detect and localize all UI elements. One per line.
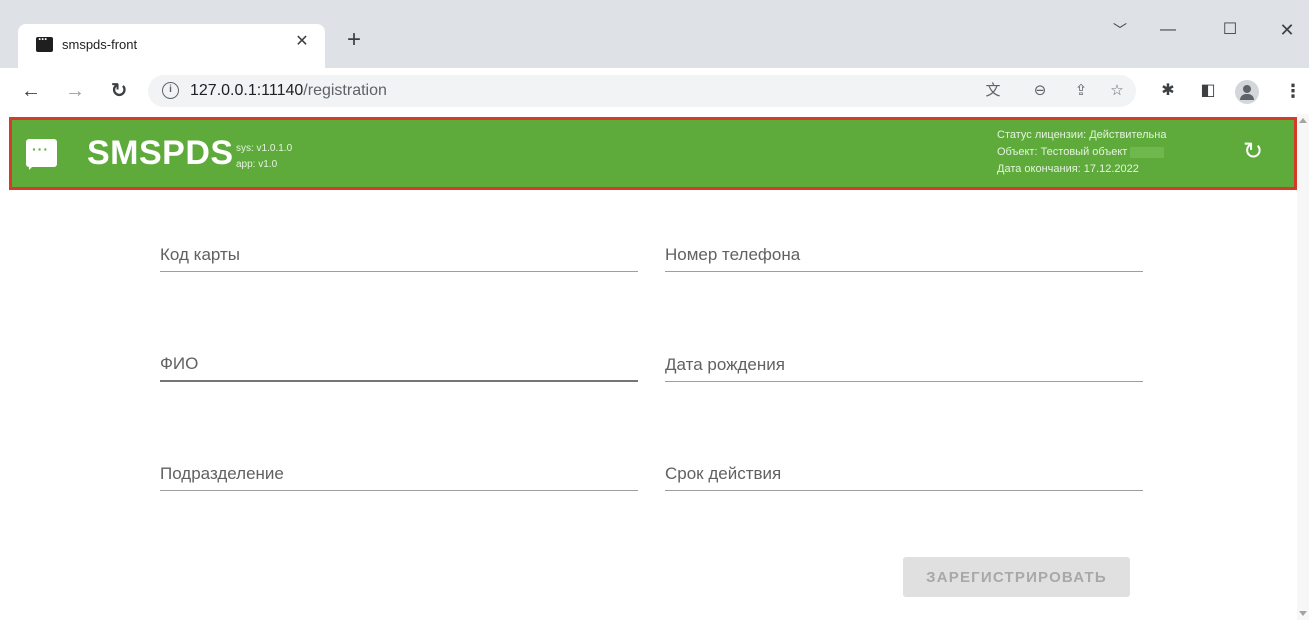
sys-version: sys: v1.0.1.0	[236, 143, 293, 154]
license-object-row: Объект: Тестовый объект	[997, 144, 1166, 161]
browser-tabstrip: smspds-front ✕ + ﹀ — ☐ ✕	[0, 0, 1309, 68]
share-icon[interactable]: ⇪	[1070, 81, 1092, 101]
reload-button[interactable]: ↻	[106, 78, 132, 104]
url-path: /registration	[303, 82, 387, 99]
menu-icon[interactable]: ⋮	[1284, 80, 1302, 104]
department-field[interactable]	[160, 447, 638, 491]
license-object: Объект: Тестовый объект	[997, 146, 1128, 158]
side-panel-icon[interactable]: ◧	[1197, 80, 1219, 102]
refresh-icon[interactable]: ↻	[1239, 138, 1267, 166]
validity-field[interactable]	[665, 447, 1143, 491]
license-status: Статус лицензии: Действительна	[997, 129, 1167, 141]
page-viewport: ··· SMSPDS sys: v1.0.1.0 app: v1.0 Стату…	[0, 114, 1309, 620]
forward-button[interactable]: →	[62, 78, 88, 104]
card-code-input[interactable]	[160, 245, 638, 265]
scroll-up-icon[interactable]	[1299, 118, 1307, 123]
new-tab-button[interactable]: +	[342, 28, 366, 53]
license-info: Статус лицензии: Действительна Объект: Т…	[997, 127, 1166, 178]
tab-search-chevron-icon[interactable]: ﹀	[1100, 18, 1140, 42]
license-expiry: Дата окончания: 17.12.2022	[997, 163, 1139, 175]
chat-favicon-icon	[36, 32, 53, 52]
department-input[interactable]	[160, 464, 638, 484]
zoom-out-icon[interactable]: ⊖	[1029, 81, 1051, 101]
register-button[interactable]: ЗАРЕГИСТРИРОВАТЬ	[903, 557, 1130, 597]
profile-icon[interactable]	[1235, 80, 1259, 104]
browser-toolbar: ← → ↻ i 127.0.0.1:11140/registration 文 ⊖…	[0, 68, 1309, 114]
version-info: sys: v1.0.1.0 app: v1.0	[236, 141, 292, 173]
redacted-block	[1130, 146, 1165, 158]
url-text[interactable]: 127.0.0.1:11140/registration	[190, 82, 387, 100]
minimize-button[interactable]: —	[1148, 18, 1188, 42]
url-host: 127.0.0.1:11140	[190, 82, 304, 99]
bookmark-star-icon[interactable]: ☆	[1106, 81, 1128, 101]
site-info-icon[interactable]: i	[162, 82, 179, 99]
birth-date-input[interactable]	[665, 355, 1143, 375]
scroll-down-icon[interactable]	[1299, 611, 1307, 616]
tab-title: smspds-front	[62, 37, 138, 52]
full-name-input[interactable]	[160, 354, 638, 374]
birth-date-field[interactable]	[665, 338, 1143, 382]
app-title: SMSPDS	[87, 134, 234, 172]
validity-input[interactable]	[665, 464, 1143, 484]
tab-close-icon[interactable]: ✕	[293, 33, 311, 51]
scrollbar[interactable]	[1297, 114, 1309, 620]
card-code-field[interactable]	[160, 228, 638, 272]
translate-icon[interactable]: 文	[982, 81, 1004, 101]
app-header: ··· SMSPDS sys: v1.0.1.0 app: v1.0 Стату…	[9, 117, 1297, 190]
full-name-field[interactable]	[160, 338, 638, 382]
app-version: app: v1.0	[236, 159, 278, 170]
browser-tab[interactable]: smspds-front ✕	[18, 24, 325, 68]
back-button[interactable]: ←	[18, 78, 44, 104]
address-bar[interactable]: i 127.0.0.1:11140/registration 文 ⊖ ⇪ ☆	[148, 75, 1136, 107]
phone-input[interactable]	[665, 245, 1143, 265]
extensions-icon[interactable]: ✱	[1157, 80, 1179, 102]
close-window-button[interactable]: ✕	[1267, 18, 1307, 42]
chat-logo-icon: ···	[26, 139, 57, 170]
maximize-button[interactable]: ☐	[1210, 18, 1250, 42]
phone-field[interactable]	[665, 228, 1143, 272]
